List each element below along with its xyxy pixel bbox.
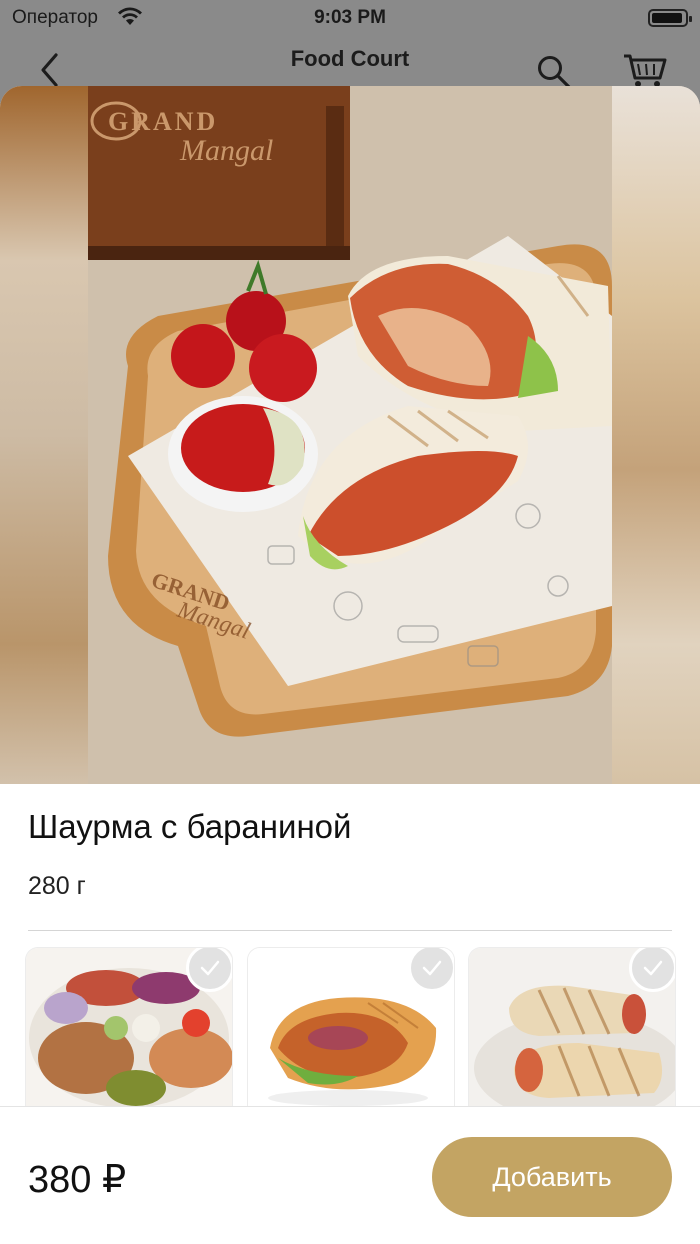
nav-title: Food Court xyxy=(290,46,410,71)
price-label: 380 ₽ xyxy=(28,1159,127,1201)
photo-blur-right xyxy=(612,86,700,784)
add-to-cart-button[interactable]: Добавить xyxy=(432,1137,672,1217)
clock: 9:03 PM xyxy=(314,7,386,28)
status-bar: Оператор 9:03 PM xyxy=(0,0,700,36)
option-check-icon[interactable] xyxy=(629,948,675,992)
product-title: Шаурма с бараниной xyxy=(28,808,352,845)
svg-text:GRAND: GRAND xyxy=(108,107,218,136)
shawarma-photo: GRAND Mangal GRAND Mangal xyxy=(88,86,612,784)
svg-text:Mangal: Mangal xyxy=(179,134,273,167)
product-sheet: GRAND Mangal GRAND Mangal Шаурма с баран… xyxy=(0,86,700,1244)
divider xyxy=(28,930,672,931)
option-check-icon[interactable] xyxy=(186,948,232,992)
search-icon[interactable] xyxy=(536,54,572,90)
battery-icon xyxy=(648,9,692,27)
bottom-bar: 380 ₽ Добавить xyxy=(0,1106,700,1244)
option-card-grilled-rolls[interactable] xyxy=(469,948,675,1118)
option-check-icon[interactable] xyxy=(408,948,454,992)
cart-icon[interactable] xyxy=(622,50,668,90)
option-card-pita-wrap[interactable] xyxy=(248,948,454,1118)
product-photo: GRAND Mangal GRAND Mangal xyxy=(0,86,700,784)
option-card-plate-dish[interactable] xyxy=(26,948,232,1118)
photo-blur-left xyxy=(0,86,88,784)
product-weight: 280 г xyxy=(28,872,86,900)
option-list xyxy=(26,948,686,1118)
screen: Оператор 9:03 PM Food Court GRAND Mangal… xyxy=(0,0,700,1244)
